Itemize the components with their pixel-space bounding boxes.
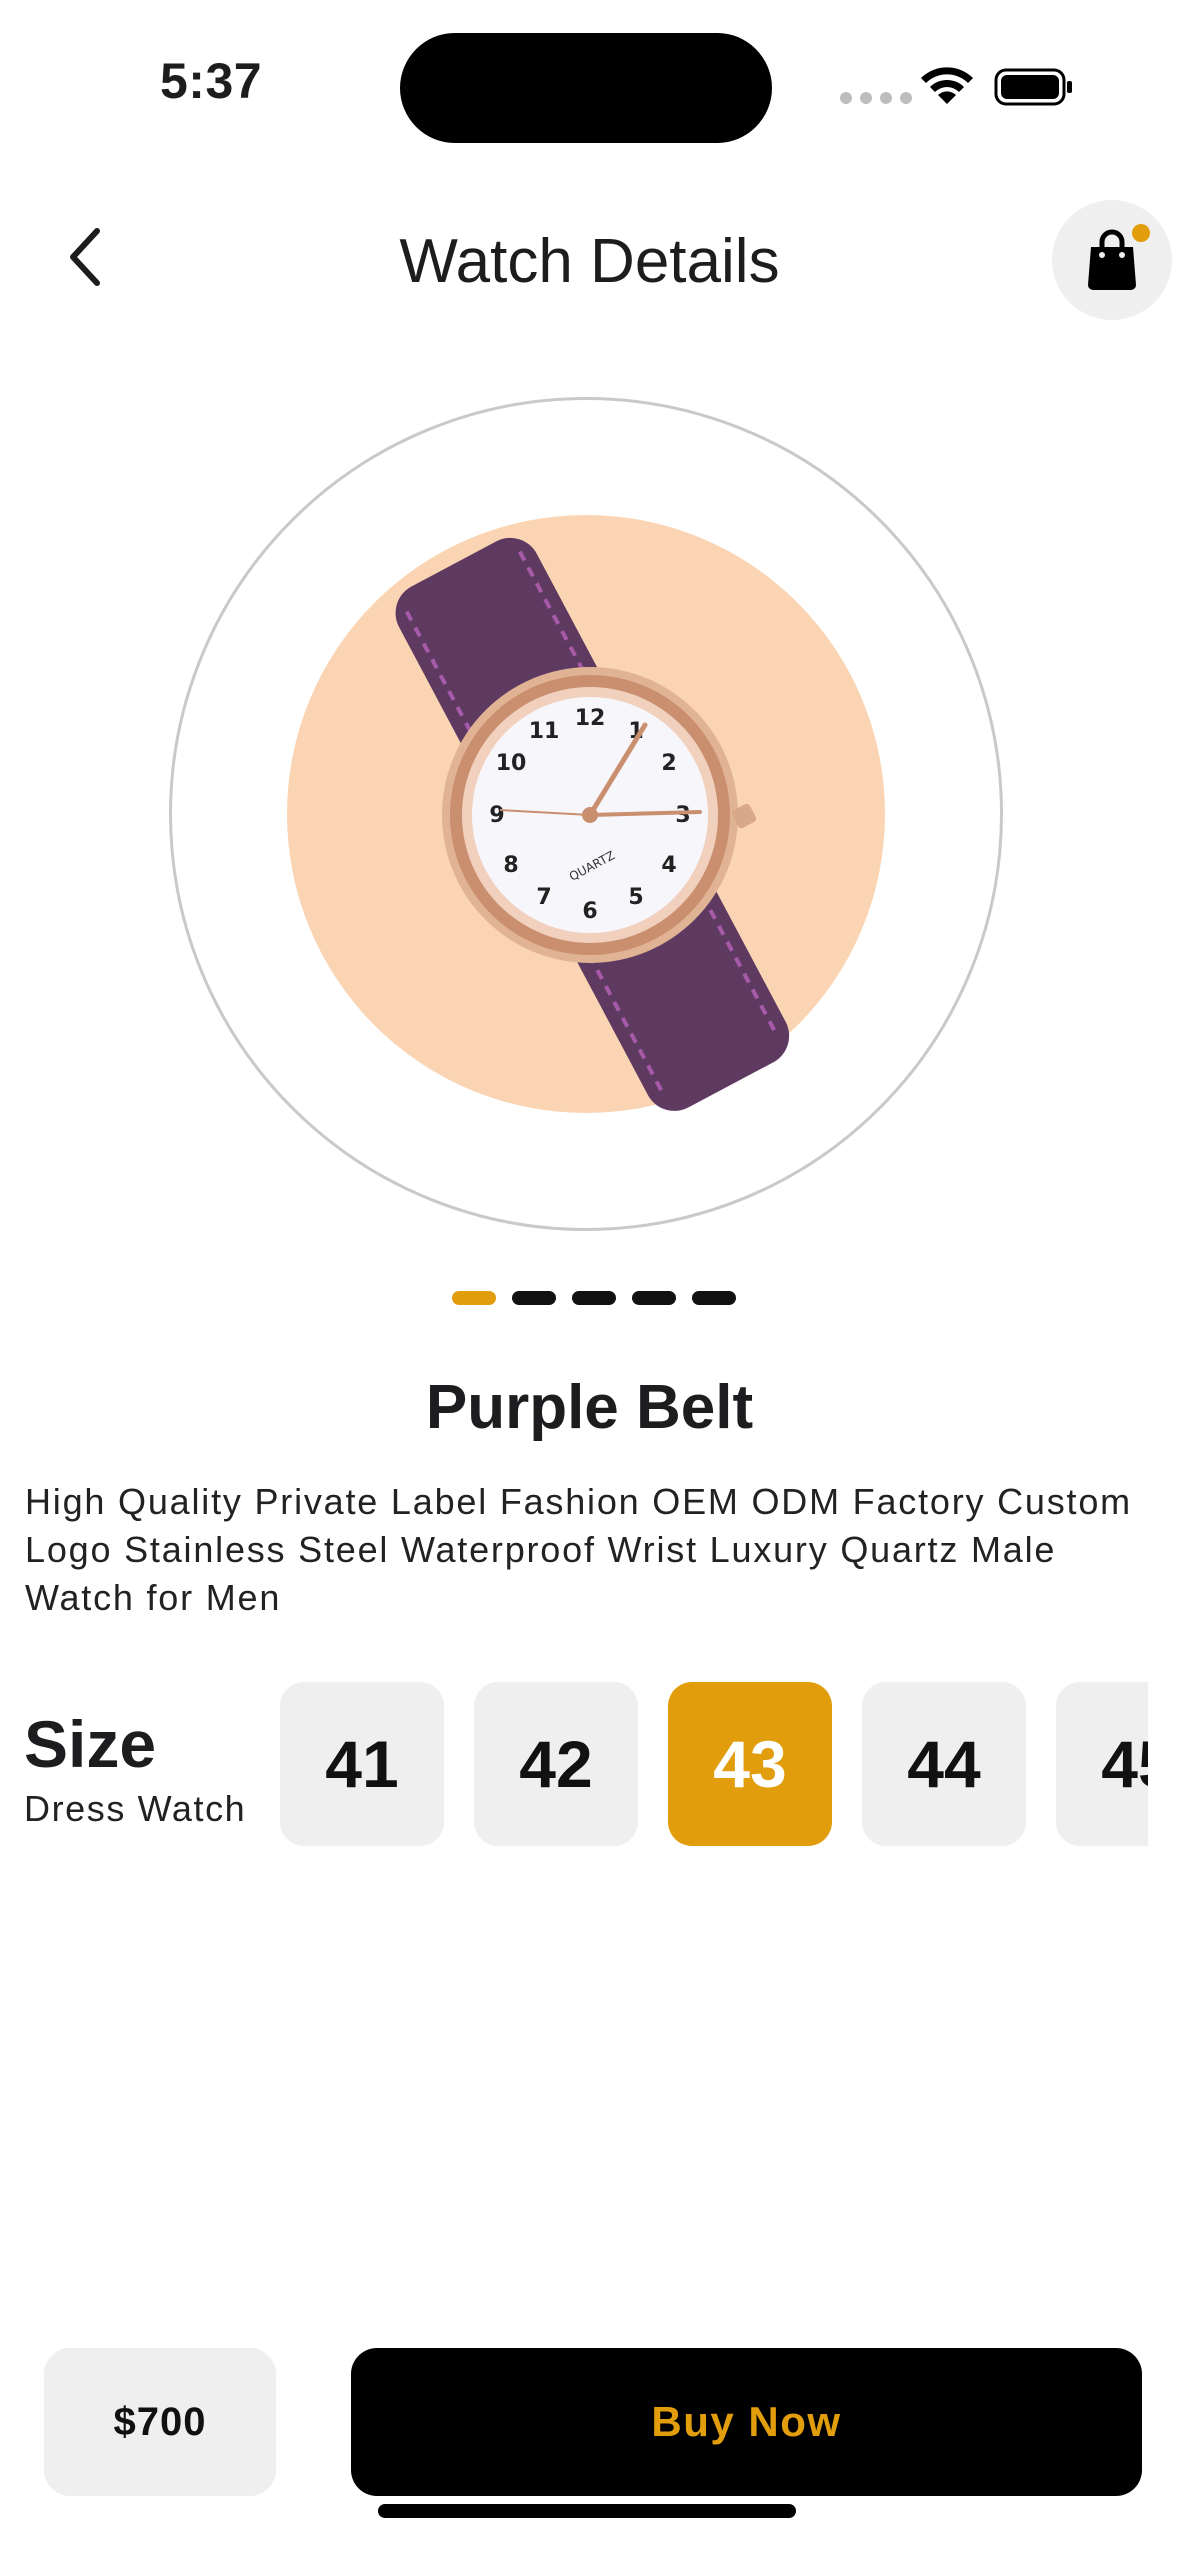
image-pager[interactable]: [452, 1291, 736, 1305]
svg-text:12: 12: [575, 706, 606, 731]
pager-dot[interactable]: [632, 1291, 676, 1305]
size-subtitle: Dress Watch: [24, 1788, 247, 1829]
cart-button[interactable]: [1052, 200, 1172, 320]
pager-dot-active[interactable]: [452, 1291, 496, 1305]
size-option-41[interactable]: 41: [280, 1682, 444, 1846]
price-display: $700: [44, 2348, 276, 2496]
buy-now-button[interactable]: Buy Now: [351, 2348, 1142, 2496]
svg-text:6: 6: [582, 899, 597, 924]
pager-dot[interactable]: [512, 1291, 556, 1305]
svg-text:10: 10: [496, 751, 527, 776]
size-label: Size: [24, 1707, 157, 1781]
signal-icon: [840, 92, 912, 104]
svg-text:9: 9: [489, 803, 504, 828]
product-description: High Quality Private Label Fashion OEM O…: [25, 1481, 1132, 1618]
cart-badge: [1132, 224, 1150, 242]
pager-dot[interactable]: [572, 1291, 616, 1305]
svg-text:8: 8: [503, 853, 518, 878]
size-scroller[interactable]: 41 42 43 44 45: [278, 1680, 1148, 1850]
size-option-44[interactable]: 44: [862, 1682, 1026, 1846]
dynamic-island: [400, 33, 772, 143]
page-title: Watch Details: [399, 227, 780, 296]
svg-text:3: 3: [675, 803, 690, 828]
size-option-45[interactable]: 45: [1056, 1682, 1148, 1846]
home-indicator[interactable]: [378, 2504, 796, 2518]
size-option-43[interactable]: 43: [668, 1682, 832, 1846]
svg-text:11: 11: [529, 719, 560, 744]
svg-text:2: 2: [661, 751, 676, 776]
wifi-icon: [921, 67, 973, 104]
shopping-bag-icon: [1088, 229, 1136, 290]
product-name: Purple Belt: [425, 1373, 754, 1442]
pager-dot[interactable]: [692, 1291, 736, 1305]
svg-text:5: 5: [628, 885, 643, 910]
size-option-42[interactable]: 42: [474, 1682, 638, 1846]
battery-icon: [994, 68, 1072, 106]
status-time: 5:37: [160, 53, 263, 109]
svg-text:7: 7: [536, 885, 551, 910]
product-image[interactable]: 12 1 2 3 4 5 6 7 8 9 10 11 QUARTZ: [330, 510, 850, 1130]
svg-text:4: 4: [661, 853, 676, 878]
